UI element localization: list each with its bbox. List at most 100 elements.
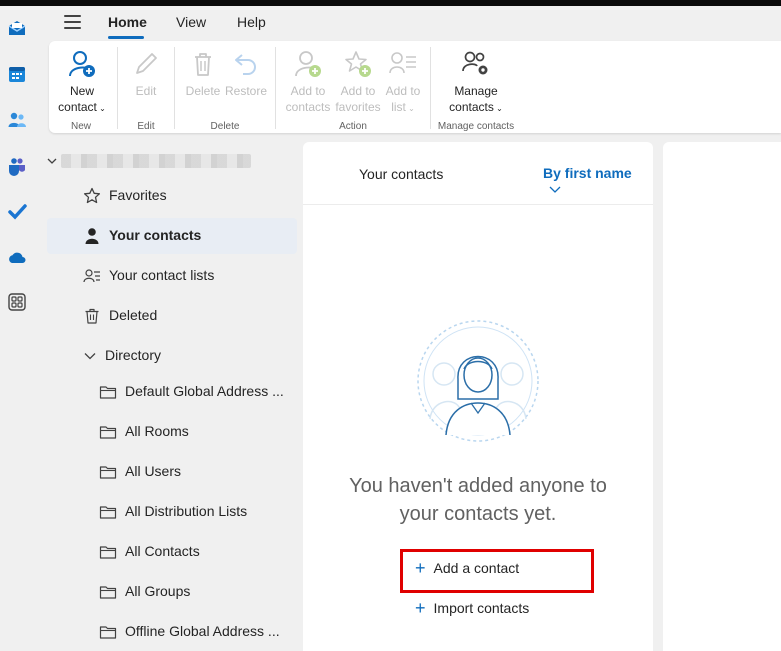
manage-contacts-line1: Manage — [454, 84, 498, 98]
folder-icon — [99, 546, 117, 559]
menu-bar: Home View Help — [42, 6, 781, 40]
group-label-new: New — [70, 121, 91, 132]
group-label-edit: Edit — [137, 121, 155, 132]
folder-icon — [99, 426, 117, 439]
restore-button[interactable]: Restore — [224, 49, 268, 99]
add-to-contacts-button[interactable]: Add to contacts — [283, 49, 333, 115]
add-to-favorites-line1: Add to — [340, 84, 376, 98]
new-contact-label-line2: contact — [58, 100, 97, 114]
add-to-list-line1: Add to — [385, 84, 421, 98]
nav-all-distribution-lists[interactable]: All Distribution Lists — [47, 494, 297, 530]
new-contact-label-line1: New — [69, 84, 94, 98]
onedrive-icon[interactable] — [7, 248, 27, 268]
nav-favorites[interactable]: Favorites — [47, 178, 297, 214]
tab-view[interactable]: View — [176, 14, 206, 30]
nav-offline-global-address-label: Offline Global Address ... — [125, 623, 280, 639]
restore-label: Restore — [224, 84, 268, 98]
nav-offline-global-address[interactable]: Offline Global Address ... — [47, 614, 297, 650]
nav-directory[interactable]: Directory — [47, 338, 297, 374]
tab-home[interactable]: Home — [108, 14, 147, 30]
folder-icon — [99, 626, 117, 639]
folder-icon — [99, 386, 117, 399]
sort-dropdown[interactable]: By first name — [543, 165, 653, 197]
chevron-down-icon: ⌄ — [493, 104, 503, 113]
nav-all-contacts[interactable]: All Contacts — [47, 534, 297, 570]
new-contact-button[interactable]: New contact ⌄ — [52, 49, 112, 117]
calendar-icon[interactable] — [7, 64, 27, 84]
nav-your-contact-lists[interactable]: Your contact lists — [47, 258, 297, 294]
folder-pane: Favorites Your contacts Your contact lis… — [42, 140, 300, 651]
add-to-contacts-line1: Add to — [290, 84, 326, 98]
teams-icon[interactable] — [7, 156, 27, 176]
folder-icon — [99, 466, 117, 479]
todo-icon[interactable] — [7, 202, 27, 222]
add-to-favorites-button[interactable]: Add to favorites — [333, 49, 383, 115]
empty-state-message: You haven't added anyone to your contact… — [323, 472, 633, 528]
account-name-redacted — [61, 154, 251, 168]
delete-label: Delete — [185, 84, 221, 98]
add-person-icon — [69, 51, 95, 77]
empty-state-line1: You haven't added anyone to — [349, 475, 607, 497]
manage-contacts-line2: contacts — [449, 100, 494, 114]
chevron-down-icon — [549, 186, 561, 193]
trash-icon — [85, 308, 99, 324]
group-label-action: Action — [339, 121, 367, 132]
highlight-annotation-box — [400, 549, 594, 593]
manage-contacts-button[interactable]: Manage contacts ⌄ — [439, 49, 513, 117]
app-rail — [0, 6, 42, 651]
nav-your-contacts[interactable]: Your contacts — [47, 218, 297, 254]
nav-deleted-label: Deleted — [109, 307, 158, 323]
person-icon — [85, 228, 99, 244]
chevron-down-icon — [47, 158, 57, 164]
chevron-down-icon — [84, 353, 96, 360]
reading-pane — [663, 142, 781, 651]
people-settings-icon — [462, 51, 488, 75]
group-label-manage-contacts: Manage contacts — [437, 121, 515, 132]
nav-default-global-address-label: Default Global Address ... — [125, 383, 284, 399]
nav-all-distribution-lists-label: All Distribution Lists — [125, 503, 248, 519]
chevron-down-icon: ⌄ — [96, 104, 106, 113]
nav-your-contact-lists-label: Your contact lists — [109, 267, 215, 283]
nav-all-groups-label: All Groups — [125, 583, 191, 599]
undo-icon — [235, 54, 256, 75]
people-icon[interactable] — [7, 110, 27, 130]
account-header[interactable] — [47, 152, 287, 170]
mail-icon[interactable] — [7, 18, 27, 38]
delete-button[interactable]: Delete — [183, 49, 223, 99]
import-contacts-link[interactable]: + Import contacts — [415, 598, 529, 619]
add-to-favorites-line2: favorites — [335, 100, 381, 114]
contact-list-icon — [83, 269, 100, 283]
contacts-list-pane: Your contacts By first name You haven't … — [303, 142, 653, 651]
add-contact-icon — [295, 51, 321, 77]
edit-label: Edit — [135, 84, 157, 98]
import-contacts-label: Import contacts — [433, 600, 530, 616]
star-add-icon — [345, 51, 371, 77]
chevron-down-icon: ⌄ — [405, 104, 415, 113]
nav-directory-label: Directory — [105, 347, 162, 363]
add-to-contacts-line2: contacts — [285, 100, 331, 114]
group-label-delete: Delete — [210, 121, 240, 132]
ribbon-separator — [174, 47, 175, 129]
hamburger-menu-icon[interactable] — [64, 15, 81, 29]
star-icon — [83, 187, 101, 204]
nav-all-rooms-label: All Rooms — [125, 423, 189, 439]
list-header-divider — [303, 204, 653, 205]
add-to-list-button[interactable]: Add to list ⌄ — [381, 49, 425, 117]
empty-contacts-illustration — [417, 320, 539, 442]
nav-all-users[interactable]: All Users — [47, 454, 297, 490]
plus-icon: + — [415, 598, 426, 618]
edit-button[interactable]: Edit — [124, 49, 168, 99]
nav-all-groups[interactable]: All Groups — [47, 574, 297, 610]
list-title: Your contacts — [359, 166, 444, 182]
tab-help[interactable]: Help — [237, 14, 266, 30]
apps-icon[interactable] — [7, 292, 27, 312]
ribbon-separator — [275, 47, 276, 129]
nav-default-global-address[interactable]: Default Global Address ... — [47, 374, 297, 410]
nav-all-rooms[interactable]: All Rooms — [47, 414, 297, 450]
add-to-list-line2: list — [391, 100, 406, 114]
ribbon: New contact ⌄ New Edit Edit Delete Resto… — [49, 41, 781, 133]
nav-deleted[interactable]: Deleted — [47, 298, 297, 334]
pencil-icon — [136, 53, 157, 74]
active-tab-indicator — [108, 36, 144, 39]
contact-list-icon — [389, 52, 416, 74]
